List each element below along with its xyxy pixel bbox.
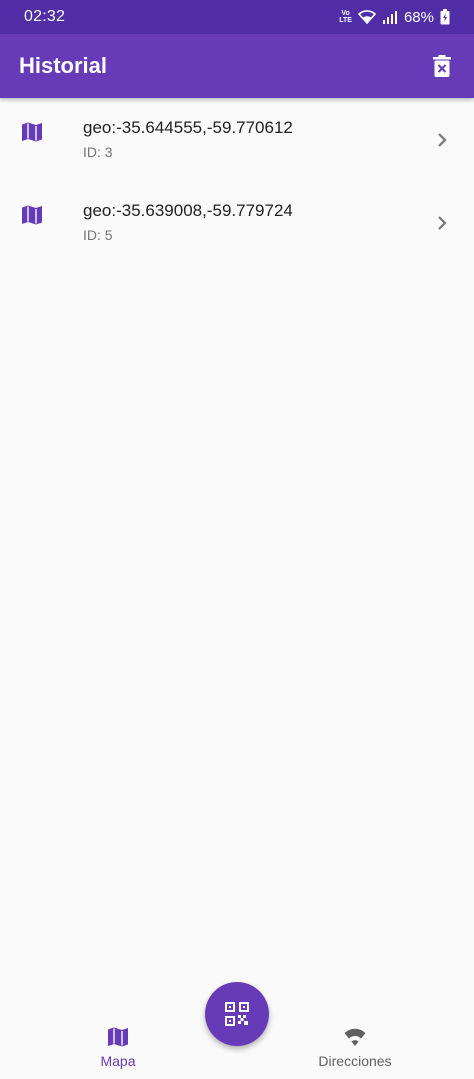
map-icon bbox=[108, 1027, 128, 1047]
map-icon bbox=[22, 122, 42, 142]
chevron-right-icon bbox=[438, 216, 447, 230]
delete-forever-icon bbox=[433, 55, 451, 77]
wifi-status-icon bbox=[357, 10, 376, 24]
page-title: Historial bbox=[19, 53, 108, 78]
history-list: geo:-35.644555,-59.770612 ID: 3 geo:-35.… bbox=[0, 98, 474, 264]
volte-line2: LTE bbox=[339, 17, 352, 24]
list-item-subtitle: ID: 5 bbox=[83, 227, 113, 243]
nav-label-mapa: Mapa bbox=[100, 1053, 136, 1069]
list-item-texts: geo:-35.644555,-59.770612 ID: 3 bbox=[83, 118, 293, 160]
list-item-texts: geo:-35.639008,-59.779724 ID: 5 bbox=[83, 201, 293, 243]
scan-qr-button[interactable] bbox=[205, 982, 269, 1046]
status-icons: Vo LTE 68% bbox=[339, 9, 450, 26]
status-time: 02:32 bbox=[24, 8, 66, 25]
delete-all-button[interactable] bbox=[428, 52, 456, 80]
nav-label-direcciones: Direcciones bbox=[318, 1053, 392, 1069]
app-bar: Historial bbox=[0, 34, 474, 98]
chevron-right-icon bbox=[438, 133, 447, 147]
map-icon bbox=[22, 205, 42, 225]
volte-indicator: Vo LTE bbox=[339, 10, 352, 24]
wifi-icon bbox=[344, 1028, 366, 1046]
signal-icon bbox=[382, 11, 397, 24]
list-item[interactable]: geo:-35.644555,-59.770612 ID: 3 bbox=[0, 98, 474, 181]
nav-item-direcciones[interactable]: Direcciones bbox=[275, 1017, 435, 1079]
list-item-title: geo:-35.639008,-59.779724 bbox=[83, 201, 293, 220]
qr-scan-icon bbox=[225, 1002, 249, 1026]
battery-percent: 68% bbox=[403, 8, 434, 26]
list-item-subtitle: ID: 3 bbox=[83, 144, 113, 160]
nav-item-mapa[interactable]: Mapa bbox=[38, 1017, 198, 1079]
battery-charging-icon bbox=[440, 9, 450, 25]
volte-line1: Vo bbox=[341, 10, 350, 17]
list-item[interactable]: geo:-35.639008,-59.779724 ID: 5 bbox=[0, 181, 474, 264]
list-item-title: geo:-35.644555,-59.770612 bbox=[83, 118, 293, 137]
status-bar: 02:32 Vo LTE 68% bbox=[0, 0, 474, 34]
